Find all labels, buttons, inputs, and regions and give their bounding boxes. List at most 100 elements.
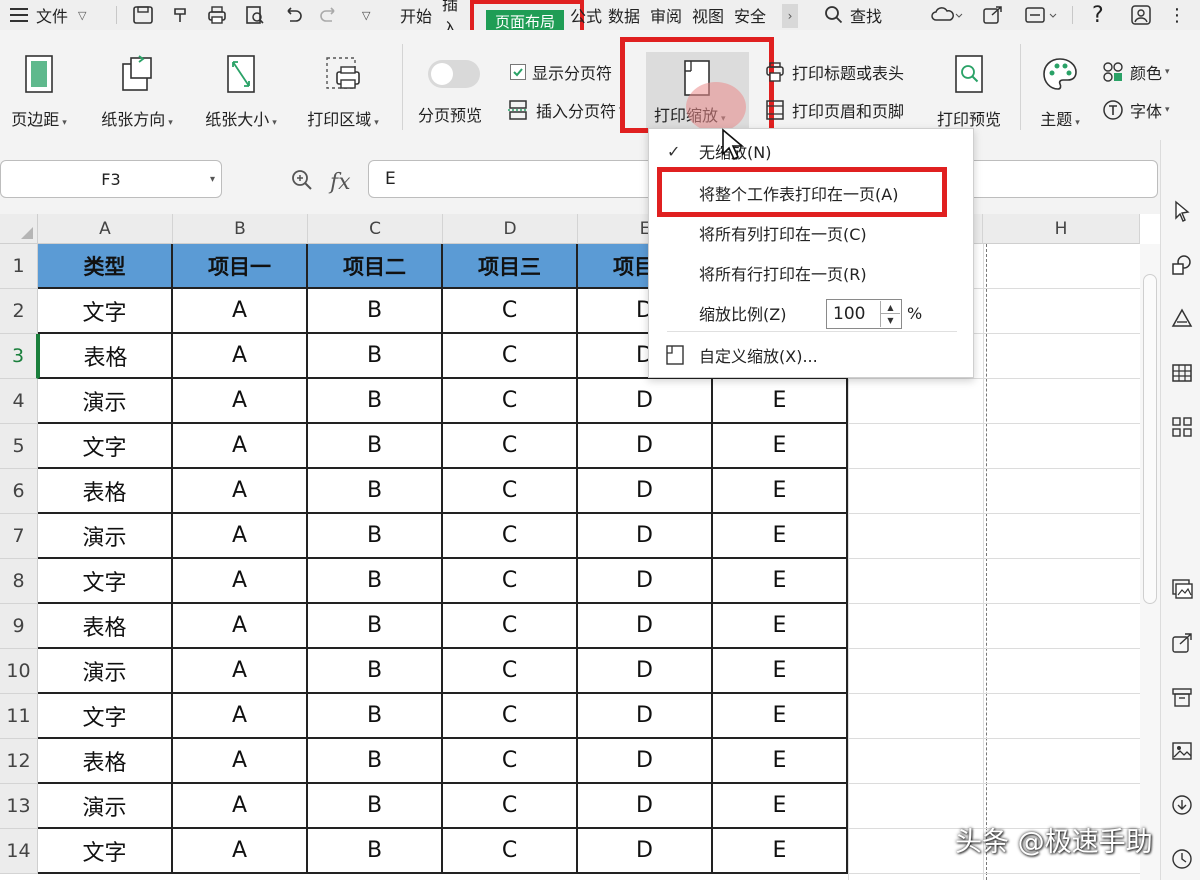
table-cell[interactable]: D — [578, 694, 713, 739]
menu-item-fit-rows[interactable]: 将所有行打印在一页(R) — [649, 255, 973, 291]
margins-button[interactable]: 页边距 ▾ — [4, 52, 74, 130]
table-cell[interactable]: A — [173, 649, 308, 694]
more-icon[interactable]: ⋮ — [1168, 0, 1186, 30]
table-cell[interactable]: 演示 — [38, 379, 173, 424]
column-header-b[interactable]: B — [173, 214, 308, 244]
table-cell[interactable]: C — [443, 694, 578, 739]
table-cell[interactable]: B — [308, 379, 443, 424]
style-icon[interactable] — [1171, 308, 1193, 330]
table-cell[interactable]: D — [578, 424, 713, 469]
tab-insert[interactable]: 插入 — [442, 0, 472, 30]
user-icon[interactable] — [1130, 0, 1152, 30]
tab-page-layout[interactable]: 页面布局 — [486, 10, 564, 32]
table-cell[interactable]: B — [308, 334, 443, 379]
table-cell[interactable]: A — [173, 604, 308, 649]
table-cell[interactable]: D — [578, 739, 713, 784]
table-cell[interactable]: D — [578, 829, 713, 874]
table-cell[interactable]: A — [173, 694, 308, 739]
orientation-button[interactable]: 纸张方向 ▾ — [92, 52, 182, 130]
table-cell[interactable]: 表格 — [38, 604, 173, 649]
table-cell[interactable]: B — [308, 559, 443, 604]
table-cell[interactable]: B — [308, 424, 443, 469]
table-cell[interactable]: A — [173, 334, 308, 379]
row-header-6[interactable]: 6 — [0, 469, 38, 514]
table-cell[interactable]: B — [308, 604, 443, 649]
menu-item-fit-sheet[interactable]: 将整个工作表打印在一页(A) — [649, 175, 973, 211]
select-pointer-icon[interactable] — [1171, 200, 1193, 222]
header-footer-button[interactable]: 打印页眉和页脚 — [764, 98, 904, 122]
shapes-icon[interactable] — [1171, 254, 1193, 276]
page-break-preview-button[interactable]: 分页预览 — [418, 102, 482, 126]
table-cell[interactable]: C — [443, 604, 578, 649]
page-break-preview-toggle[interactable] — [428, 60, 480, 88]
print-icon[interactable] — [206, 0, 228, 30]
row-header-2[interactable]: 2 — [0, 289, 38, 334]
table-cell[interactable]: E — [713, 829, 848, 874]
table-cell[interactable]: 文字 — [38, 289, 173, 334]
table-cell[interactable]: C — [443, 559, 578, 604]
column-header-d[interactable]: D — [443, 214, 578, 244]
tab-formulas[interactable]: 公式 — [570, 0, 602, 30]
table-header-cell[interactable]: 项目三 — [443, 244, 578, 289]
row-header-5[interactable]: 5 — [0, 424, 38, 469]
table-cell[interactable]: A — [173, 784, 308, 829]
row-header-8[interactable]: 8 — [0, 559, 38, 604]
row-header-4[interactable]: 4 — [0, 379, 38, 424]
table-cell[interactable]: D — [578, 559, 713, 604]
table-cell[interactable]: E — [713, 559, 848, 604]
hamburger-icon[interactable] — [8, 0, 30, 30]
file-menu[interactable]: 文件 ▽ — [36, 0, 86, 30]
row-header-13[interactable]: 13 — [0, 784, 38, 829]
collaborate-icon[interactable] — [1024, 0, 1058, 30]
name-box[interactable]: F3 ▾ — [0, 160, 222, 198]
table-cell[interactable]: D — [578, 649, 713, 694]
table-cell[interactable]: C — [443, 469, 578, 514]
row-header-9[interactable]: 9 — [0, 604, 38, 649]
tab-view[interactable]: 视图 — [692, 0, 724, 30]
help-icon[interactable]: ? — [1092, 0, 1104, 30]
table-cell[interactable]: 演示 — [38, 784, 173, 829]
print-preview-small-icon[interactable] — [244, 0, 266, 30]
table-cell[interactable]: 文字 — [38, 424, 173, 469]
table-cell[interactable]: C — [443, 649, 578, 694]
row-header-11[interactable]: 11 — [0, 694, 38, 739]
table-cell[interactable]: A — [173, 424, 308, 469]
table-cell[interactable]: D — [578, 514, 713, 559]
table-cell[interactable]: B — [308, 649, 443, 694]
image-gallery-icon[interactable] — [1171, 578, 1193, 600]
download-icon[interactable] — [1171, 794, 1193, 816]
tab-review[interactable]: 审阅 — [650, 0, 682, 30]
table-cell[interactable]: D — [578, 604, 713, 649]
theme-button[interactable]: 主题 ▾ — [1032, 52, 1088, 130]
table-cell[interactable]: E — [713, 379, 848, 424]
print-area-button[interactable]: 打印区域 ▾ — [298, 52, 388, 130]
column-header-h[interactable]: H — [983, 214, 1140, 244]
table-cell[interactable]: E — [713, 694, 848, 739]
scrollbar-thumb[interactable] — [1143, 274, 1157, 604]
table-header-cell[interactable]: 项目一 — [173, 244, 308, 289]
tab-home[interactable]: 开始 — [400, 0, 432, 30]
redo-icon[interactable] — [318, 0, 340, 30]
table-cell[interactable]: C — [443, 289, 578, 334]
select-all-corner[interactable] — [0, 214, 38, 244]
row-header-12[interactable]: 12 — [0, 739, 38, 784]
print-titles-button[interactable]: 打印标题或表头 — [764, 60, 904, 84]
quick-access-dropdown-icon[interactable]: ▽ — [362, 0, 370, 30]
table-cell[interactable]: C — [443, 514, 578, 559]
table-cell[interactable]: A — [173, 514, 308, 559]
table-cell[interactable]: E — [713, 424, 848, 469]
share-icon[interactable] — [982, 0, 1004, 30]
table-icon[interactable] — [1171, 362, 1193, 384]
zoom-formula-icon[interactable] — [290, 168, 314, 196]
table-cell[interactable]: A — [173, 559, 308, 604]
picture-icon[interactable] — [1171, 740, 1193, 762]
table-cell[interactable]: 表格 — [38, 739, 173, 784]
table-cell[interactable]: E — [713, 469, 848, 514]
insert-page-break-button[interactable]: 插入分页符 ▾ — [508, 98, 624, 122]
table-cell[interactable]: D — [578, 784, 713, 829]
fx-icon[interactable]: fx — [330, 170, 351, 195]
column-header-c[interactable]: C — [308, 214, 443, 244]
table-cell[interactable]: A — [173, 829, 308, 874]
row-header-10[interactable]: 10 — [0, 649, 38, 694]
row-header-14[interactable]: 14 — [0, 829, 38, 874]
